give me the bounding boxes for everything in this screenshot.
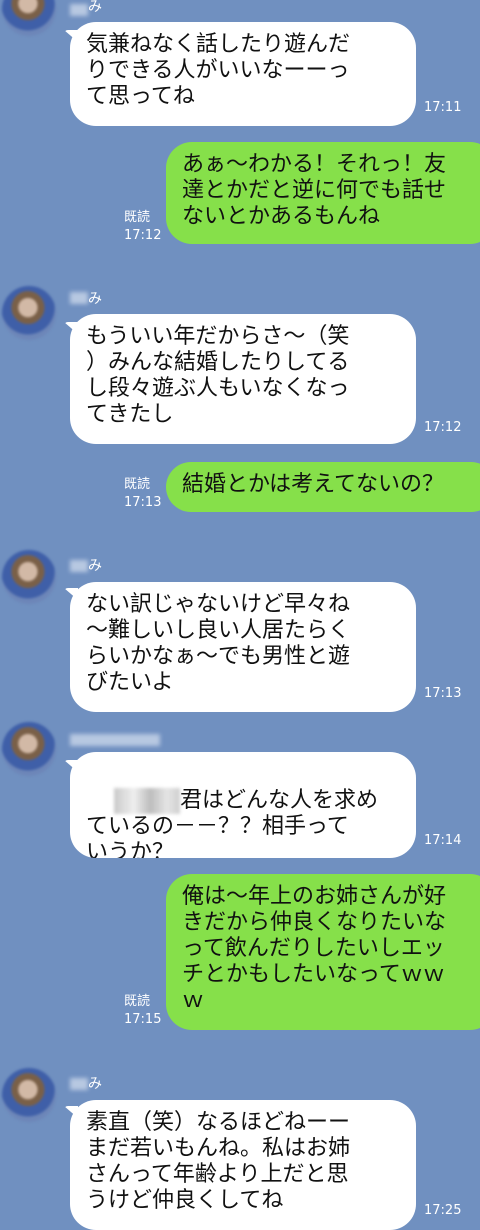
contact-name: み xyxy=(88,1076,102,1092)
name-blur xyxy=(70,560,88,572)
message-bubble-received[interactable]: ない訳じゃないけど早々ね 〜難しいし良い人居たらく らいかなぁ〜でも男性と遊 び… xyxy=(70,582,416,712)
read-receipt: 既読 xyxy=(124,994,151,1009)
name-blur xyxy=(70,292,88,304)
contact-avatar[interactable] xyxy=(2,550,56,604)
message-bubble-sent[interactable]: あぁ〜わかる！それっ！友 達とかだと逆に何でも話せ ないとかあるもんね xyxy=(166,142,480,244)
message-bubble-received[interactable]: もういい年だからさ〜（笑 ）みんな結婚したりしてる し段々遊ぶ人もいなくなっ て… xyxy=(70,314,416,444)
name-blur xyxy=(70,1078,88,1090)
message-time: 17:13 xyxy=(124,495,162,510)
contact-name: み xyxy=(88,558,102,574)
contact-avatar[interactable] xyxy=(2,722,56,776)
message-bubble-received[interactable]: 気兼ねなく話したり遊んだ りできる人がいいなーーっ て思ってね xyxy=(70,22,416,126)
message-bubble-sent[interactable]: 結婚とかは考えてないの？ xyxy=(166,462,480,512)
message-text: 君はどんな人を求め xyxy=(179,788,378,813)
name-blur xyxy=(70,734,160,746)
name-blur xyxy=(70,4,88,16)
read-receipt: 既読 xyxy=(124,210,151,225)
read-receipt: 既読 xyxy=(124,477,151,492)
message-bubble-received[interactable]: 素直（笑）なるほどねーー まだ若いもんね。私はお姉 さんって年齢より上だと思 う… xyxy=(70,1100,416,1230)
message-bubble-sent[interactable]: 俺は〜年上のお姉さんが好 きだから仲良くなりたいな って飲んだりしたいしエッ チ… xyxy=(166,874,480,1030)
contact-avatar[interactable] xyxy=(2,1068,56,1122)
message-time: 17:14 xyxy=(424,833,462,848)
chat-area[interactable]: み 気兼ねなく話したり遊んだ りできる人がいいなーーっ て思ってね 17:11 … xyxy=(0,0,480,1230)
message-time: 17:15 xyxy=(124,1012,162,1027)
message-time: 17:25 xyxy=(424,1203,462,1218)
contact-avatar[interactable] xyxy=(2,286,56,340)
message-time: 17:13 xyxy=(424,686,462,701)
censored-name xyxy=(113,788,180,814)
contact-name: み xyxy=(88,0,102,15)
message-text: ているの－－？？相手って いうか？ xyxy=(86,814,349,858)
contact-avatar[interactable] xyxy=(2,0,56,36)
message-time: 17:11 xyxy=(424,100,462,115)
message-time: 17:12 xyxy=(124,228,162,243)
contact-name: み xyxy=(88,291,102,307)
message-bubble-received[interactable]: 君はどんな人を求め ているの－－？？相手って いうか？ xyxy=(70,752,416,858)
message-time: 17:12 xyxy=(424,420,462,435)
